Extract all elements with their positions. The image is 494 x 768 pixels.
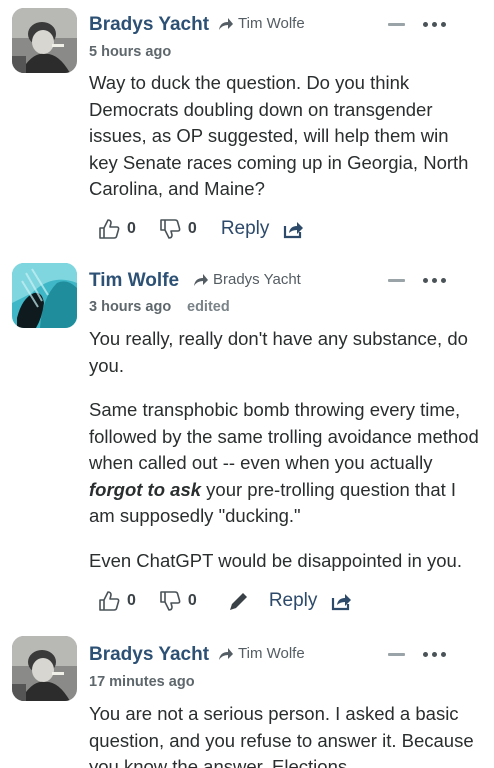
comment-body: You really, really don't have any substa… bbox=[89, 326, 479, 574]
upvote-count: 0 bbox=[127, 220, 136, 237]
comment-paragraph: You really, really don't have any substa… bbox=[89, 328, 468, 376]
reply-button[interactable]: Reply bbox=[269, 590, 318, 612]
reply-to[interactable]: Bradys Yacht bbox=[193, 271, 301, 288]
downvote-button[interactable]: 0 bbox=[159, 590, 197, 612]
thumbs-up-icon bbox=[99, 591, 120, 611]
upvote-button[interactable]: 0 bbox=[98, 218, 136, 240]
comment-2: Tim Wolfe Bradys Yacht 3 hours ago edite… bbox=[0, 255, 494, 630]
minus-icon[interactable] bbox=[388, 23, 405, 26]
downvote-count: 0 bbox=[187, 220, 197, 237]
avatar[interactable] bbox=[12, 8, 77, 73]
upvote-button[interactable]: 0 bbox=[98, 590, 136, 612]
thumbs-down-icon bbox=[160, 219, 181, 239]
comment-paragraph: You are not a serious person. I asked a … bbox=[89, 703, 474, 768]
reply-to-name: Tim Wolfe bbox=[238, 15, 305, 32]
share-arrow-icon bbox=[219, 17, 233, 30]
comment-1: Bradys Yacht Tim Wolfe 5 hours ago Way t… bbox=[0, 0, 494, 255]
comment-paragraph: Same transphobic bomb throwing every tim… bbox=[89, 397, 479, 530]
thumbs-up-icon bbox=[99, 219, 120, 239]
comment-body: You are not a serious person. I asked a … bbox=[89, 701, 479, 768]
thumbs-down-icon bbox=[160, 591, 181, 611]
reply-to[interactable]: Tim Wolfe bbox=[218, 15, 305, 32]
share-arrow-icon bbox=[194, 273, 208, 286]
paragraph-text: Same transphobic bomb throwing every tim… bbox=[89, 399, 479, 473]
reply-to-name: Bradys Yacht bbox=[213, 271, 301, 288]
comment-paragraph: Even ChatGPT would be disappointed in yo… bbox=[89, 549, 462, 571]
comment-paragraph: Way to duck the question. Do you think D… bbox=[89, 72, 469, 199]
share-icon[interactable] bbox=[283, 219, 305, 239]
author-name[interactable]: Tim Wolfe bbox=[89, 270, 179, 292]
timestamp[interactable]: 3 hours ago bbox=[89, 299, 171, 315]
comment-actions: 0 0 Reply bbox=[98, 216, 305, 242]
comment-3: Bradys Yacht Tim Wolfe 17 minutes ago Yo… bbox=[0, 630, 494, 768]
more-dots-icon[interactable] bbox=[423, 278, 446, 283]
comment-actions: 0 0 Reply bbox=[98, 588, 353, 614]
avatar[interactable] bbox=[12, 636, 77, 701]
reply-to-name: Tim Wolfe bbox=[238, 645, 305, 662]
avatar[interactable] bbox=[12, 263, 77, 328]
downvote-button[interactable]: 0 bbox=[159, 218, 197, 240]
more-dots-icon[interactable] bbox=[423, 652, 446, 657]
comment-body: Way to duck the question. Do you think D… bbox=[89, 70, 479, 203]
upvote-count: 0 bbox=[127, 592, 136, 609]
timestamp[interactable]: 5 hours ago bbox=[89, 44, 171, 60]
author-name[interactable]: Bradys Yacht bbox=[89, 644, 209, 666]
minus-icon[interactable] bbox=[388, 653, 405, 656]
edited-label: edited bbox=[187, 299, 230, 315]
downvote-count: 0 bbox=[187, 592, 197, 609]
emphasis-text: forgot to ask bbox=[89, 478, 202, 500]
pencil-icon[interactable] bbox=[228, 590, 250, 612]
reply-to[interactable]: Tim Wolfe bbox=[218, 645, 305, 662]
share-icon[interactable] bbox=[331, 591, 353, 611]
minus-icon[interactable] bbox=[388, 279, 405, 282]
more-dots-icon[interactable] bbox=[423, 22, 446, 27]
share-arrow-icon bbox=[219, 647, 233, 660]
reply-button[interactable]: Reply bbox=[221, 218, 270, 240]
timestamp[interactable]: 17 minutes ago bbox=[89, 674, 195, 690]
author-name[interactable]: Bradys Yacht bbox=[89, 14, 209, 36]
